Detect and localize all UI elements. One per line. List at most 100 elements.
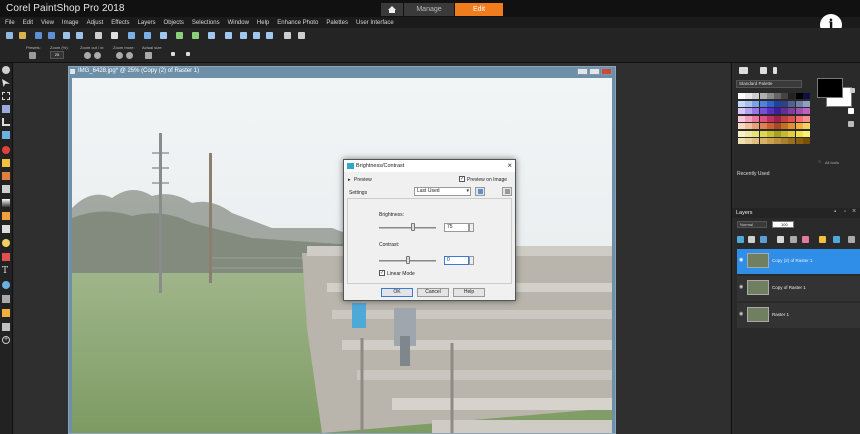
minimize-button[interactable] bbox=[577, 68, 588, 75]
color-swatch[interactable] bbox=[795, 130, 803, 137]
visibility-eye-icon[interactable]: ◉ bbox=[739, 311, 743, 317]
color-swatch[interactable] bbox=[752, 115, 760, 122]
zoom-out-icon[interactable] bbox=[240, 32, 247, 39]
reset-button[interactable] bbox=[502, 187, 512, 196]
color-swatch[interactable] bbox=[781, 93, 789, 99]
visibility-eye-icon[interactable]: ◉ bbox=[739, 284, 743, 290]
palette-tab-icon[interactable] bbox=[739, 67, 748, 74]
home-tab[interactable] bbox=[381, 3, 403, 16]
color-swatch[interactable] bbox=[752, 93, 760, 99]
document-window[interactable]: IMG_6428.jpg* @ 25% (Copy (2) of Raster … bbox=[68, 66, 616, 434]
eraser-tool-icon[interactable] bbox=[2, 225, 10, 233]
color-swatch[interactable] bbox=[781, 123, 789, 129]
foreground-color-swatch[interactable] bbox=[817, 78, 843, 98]
scratch-remover-icon[interactable] bbox=[2, 185, 10, 193]
color-swatch[interactable] bbox=[745, 123, 753, 129]
settings-dropdown[interactable]: Last Used ▾ bbox=[414, 187, 471, 196]
lock-layer-icon[interactable] bbox=[819, 236, 826, 243]
color-swatch[interactable] bbox=[766, 123, 774, 129]
color-swatch[interactable] bbox=[745, 100, 753, 107]
linear-mode-checkbox[interactable]: ✓ bbox=[379, 270, 385, 276]
color-swatch[interactable] bbox=[759, 108, 767, 114]
color-swatch[interactable] bbox=[738, 130, 745, 137]
help-button[interactable]: Help bbox=[453, 288, 485, 297]
zoom-more-in-icon[interactable] bbox=[126, 52, 133, 59]
color-swatch[interactable] bbox=[788, 100, 796, 107]
color-swatch[interactable] bbox=[781, 108, 789, 114]
move-tool-icon[interactable] bbox=[2, 131, 10, 139]
lighten-darken-icon[interactable] bbox=[2, 239, 10, 247]
presets-dropdown[interactable] bbox=[29, 52, 36, 59]
panel-close-icon[interactable]: × bbox=[852, 208, 856, 215]
link-layer-icon[interactable] bbox=[790, 236, 797, 243]
color-swatch[interactable] bbox=[766, 130, 774, 137]
color-swatch[interactable] bbox=[766, 93, 774, 99]
share-icon[interactable] bbox=[95, 32, 102, 39]
preview-on-image-checkbox[interactable]: ✓ bbox=[459, 176, 465, 182]
close-icon[interactable]: × bbox=[507, 161, 512, 170]
layer-row[interactable]: ◉ Raster 1 bbox=[737, 303, 860, 328]
color-swatch[interactable] bbox=[752, 108, 760, 114]
color-swatch[interactable] bbox=[802, 115, 810, 122]
workspace-menu-icon[interactable] bbox=[298, 32, 305, 39]
color-swatch[interactable] bbox=[788, 93, 796, 99]
menu-objects[interactable]: Objects bbox=[164, 20, 184, 26]
pen-tool-icon[interactable] bbox=[2, 295, 10, 303]
pick-tool-icon[interactable] bbox=[2, 79, 10, 87]
color-swatch[interactable] bbox=[802, 138, 810, 144]
color-swatch[interactable] bbox=[738, 100, 745, 107]
print-icon[interactable] bbox=[111, 32, 118, 39]
redo-icon[interactable] bbox=[144, 32, 151, 39]
save-preset-button[interactable] bbox=[475, 187, 485, 196]
menu-enhance-photo[interactable]: Enhance Photo bbox=[277, 20, 318, 26]
color-swatch[interactable] bbox=[802, 100, 810, 107]
color-swatch[interactable] bbox=[766, 100, 774, 107]
paint-brush-icon[interactable] bbox=[2, 212, 10, 220]
fit-window-icon[interactable] bbox=[208, 32, 215, 39]
open-file-icon[interactable] bbox=[19, 32, 26, 39]
menu-adjust[interactable]: Adjust bbox=[87, 20, 104, 26]
visibility-eye-icon[interactable]: ◉ bbox=[739, 257, 743, 263]
new-file-icon[interactable] bbox=[6, 32, 13, 39]
color-swatch[interactable] bbox=[802, 93, 810, 99]
menu-view[interactable]: View bbox=[41, 20, 54, 26]
brightness-slider-track[interactable] bbox=[379, 227, 436, 229]
color-swatch[interactable] bbox=[774, 123, 781, 129]
color-swatch[interactable] bbox=[759, 100, 767, 107]
mesh-warp-icon[interactable] bbox=[2, 323, 10, 331]
color-swatch[interactable] bbox=[774, 108, 781, 114]
color-swatch[interactable] bbox=[774, 130, 781, 137]
zoom-in-icon[interactable] bbox=[253, 32, 260, 39]
texture-icon[interactable] bbox=[848, 121, 854, 127]
menu-selections[interactable]: Selections bbox=[192, 20, 220, 26]
clone-tool-icon[interactable] bbox=[2, 172, 10, 180]
color-mode-icon[interactable] bbox=[848, 108, 854, 114]
save-for-office-icon[interactable] bbox=[63, 32, 70, 39]
color-swatch[interactable] bbox=[788, 138, 796, 144]
menu-layers[interactable]: Layers bbox=[138, 20, 156, 26]
color-swatch[interactable] bbox=[759, 130, 767, 137]
color-swatch[interactable] bbox=[788, 123, 796, 129]
color-swatch[interactable] bbox=[738, 138, 745, 144]
flood-fill-icon[interactable] bbox=[2, 253, 10, 261]
menu-palettes[interactable]: Palettes bbox=[326, 20, 348, 26]
preview-toggle[interactable]: Preview bbox=[354, 177, 372, 183]
color-swatch[interactable] bbox=[759, 93, 767, 99]
menu-image[interactable]: Image bbox=[62, 20, 79, 26]
color-swatch[interactable] bbox=[795, 108, 803, 114]
layer-row[interactable]: ◉ Copy (2) of Raster 1 bbox=[737, 249, 860, 274]
preview-expander-icon[interactable]: ▸ bbox=[348, 177, 351, 183]
palette-swatch-icon[interactable] bbox=[760, 67, 767, 74]
color-swatch[interactable] bbox=[788, 130, 796, 137]
actual-size-option-icon[interactable] bbox=[145, 52, 152, 59]
color-swatch[interactable] bbox=[781, 138, 789, 144]
contrast-input[interactable]: 0 bbox=[444, 256, 469, 265]
color-swatch[interactable] bbox=[766, 108, 774, 114]
zoom-out-option-icon[interactable] bbox=[84, 52, 91, 59]
menu-effects[interactable]: Effects bbox=[111, 20, 129, 26]
menu-edit[interactable]: Edit bbox=[23, 20, 33, 26]
menu-window[interactable]: Window bbox=[228, 20, 249, 26]
zoom-fit-icon[interactable] bbox=[266, 32, 273, 39]
color-swatch[interactable] bbox=[745, 93, 753, 99]
red-eye-tool-icon[interactable] bbox=[2, 146, 10, 154]
